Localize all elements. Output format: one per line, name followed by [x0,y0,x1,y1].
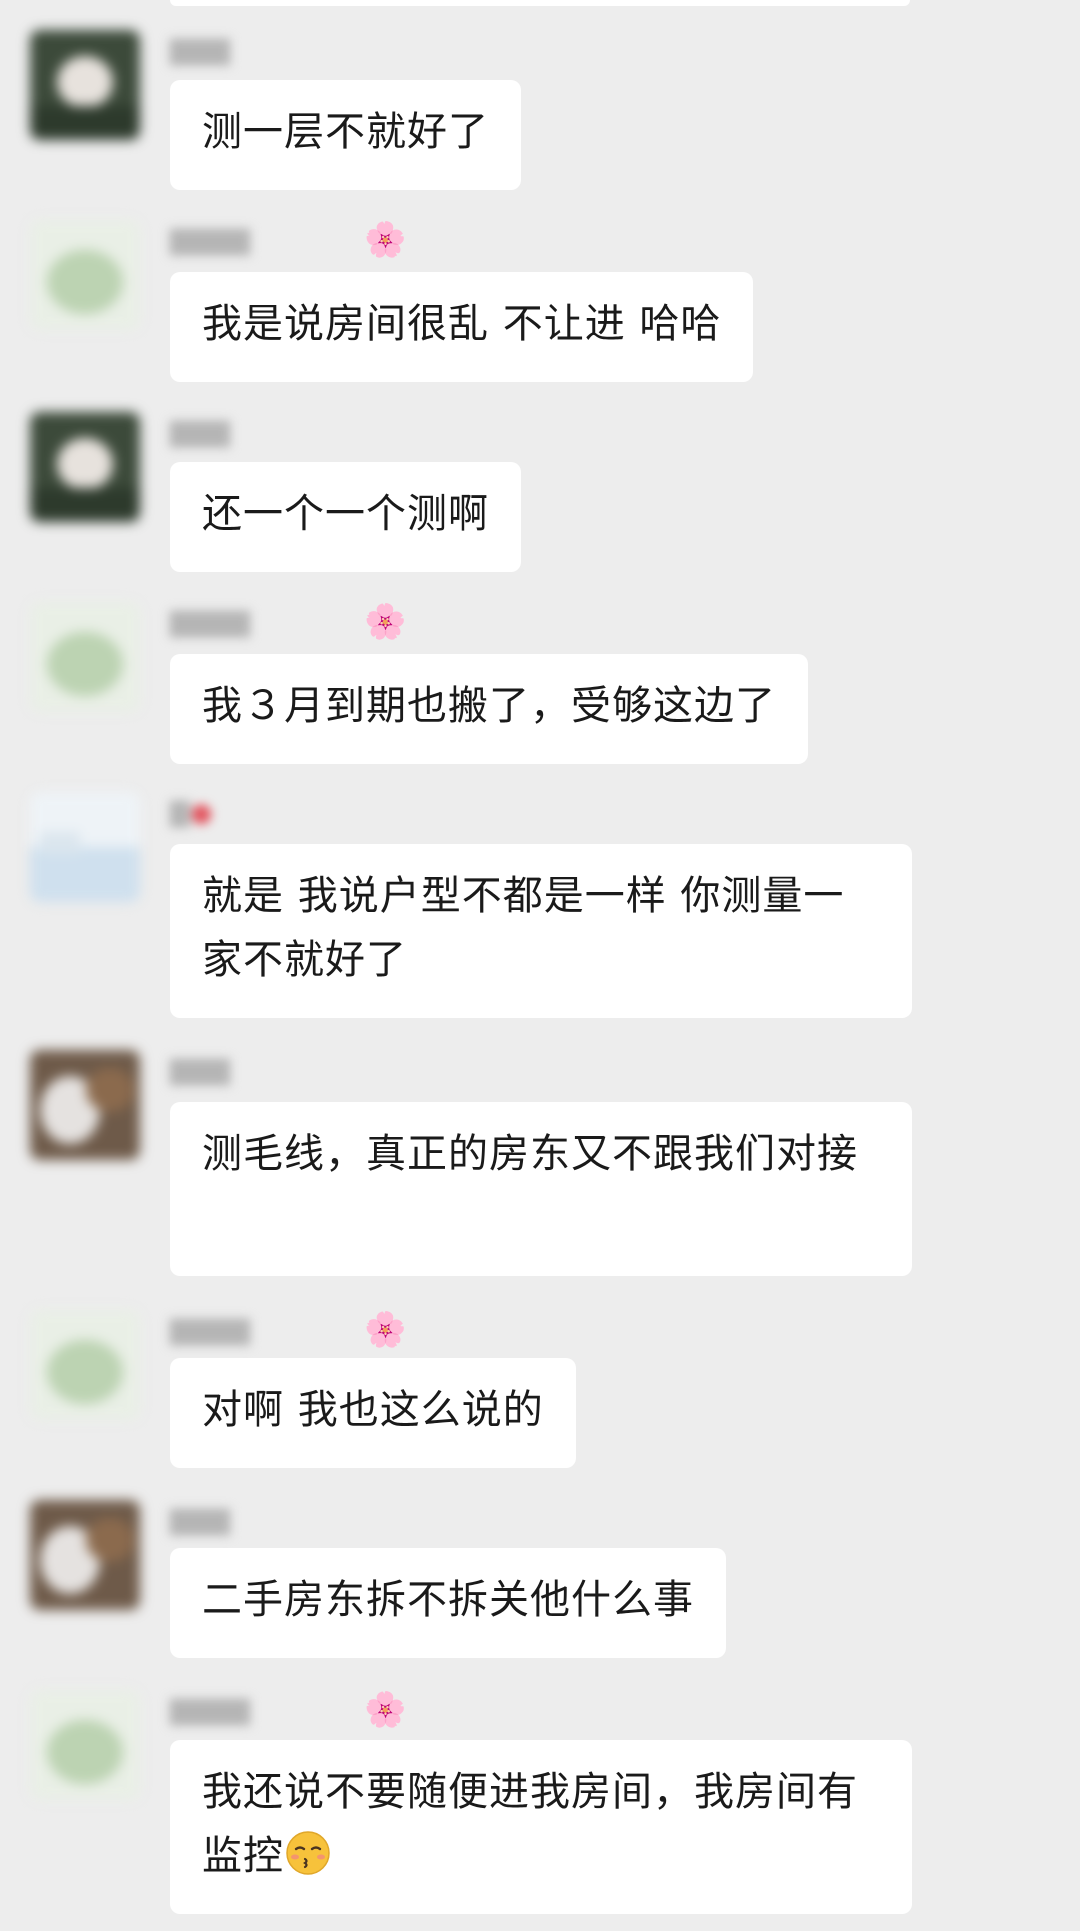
message-text: 还一个一个测啊 [202,491,489,537]
nickname: ▇▇▇▇ [170,226,250,256]
nickname: ▇▇▇ [170,36,230,66]
avatar[interactable] [30,412,140,522]
flower-icon: 🌸 [364,602,407,642]
nickname: ▇▇▇ [170,1506,230,1536]
avatar[interactable] [30,1310,140,1420]
nickname: ▇▇▇▇ [170,608,250,638]
message-bubble[interactable]: 我３月到期也搬了，受够这边了 [170,654,808,764]
message-text: 测一层不就好了 [202,109,489,155]
message-text: 我３月到期也搬了，受够这边了 [202,683,776,729]
message-text: 测毛线，真正的房东又不跟我们对接 [202,1131,858,1177]
avatar[interactable] [30,792,140,902]
message-bubble[interactable]: 二手房东拆不拆关他什么事 [170,1548,726,1658]
flower-icon: 🌸 [364,1690,407,1730]
message-text: 二手房东拆不拆关他什么事 [202,1577,694,1623]
message-bubble[interactable]: 测一层不就好了 [170,80,521,190]
message-bubble[interactable]: 对啊 我也这么说的 [170,1358,576,1468]
nickname: ▇▇▇ [170,1056,230,1086]
avatar[interactable] [30,1690,140,1800]
nickname: ▇▇▇ [170,418,230,448]
message-bubble[interactable]: 我还说不要随便进我房间，我房间有监控 [170,1740,912,1914]
message-text: 我是说房间很乱 不让进 哈哈 [202,301,722,347]
avatar[interactable] [30,30,140,140]
nickname: ▇▇▇▇ [170,1316,250,1346]
message-bubble[interactable]: 就是 我说户型不都是一样 你测量一家不就好了 [170,844,912,1018]
avatar[interactable] [30,1500,140,1610]
previous-message-bubble [170,0,910,6]
flower-icon: 🌸 [364,220,407,260]
flower-icon: 🌸 [364,1310,407,1350]
message-bubble[interactable]: 还一个一个测啊 [170,462,521,572]
nickname: ▇● [170,798,213,828]
message-bubble[interactable]: 我是说房间很乱 不让进 哈哈 [170,272,754,382]
avatar[interactable] [30,220,140,330]
nickname: ▇▇▇▇ [170,1696,250,1726]
avatar[interactable] [30,602,140,712]
kissing-face-closed-eyes-icon [284,1829,332,1877]
message-text: 对啊 我也这么说的 [202,1387,544,1433]
message-text: 就是 我说户型不都是一样 你测量一家不就好了 [202,873,845,983]
message-bubble[interactable]: 测毛线，真正的房东又不跟我们对接 [170,1102,912,1276]
avatar[interactable] [30,1050,140,1160]
